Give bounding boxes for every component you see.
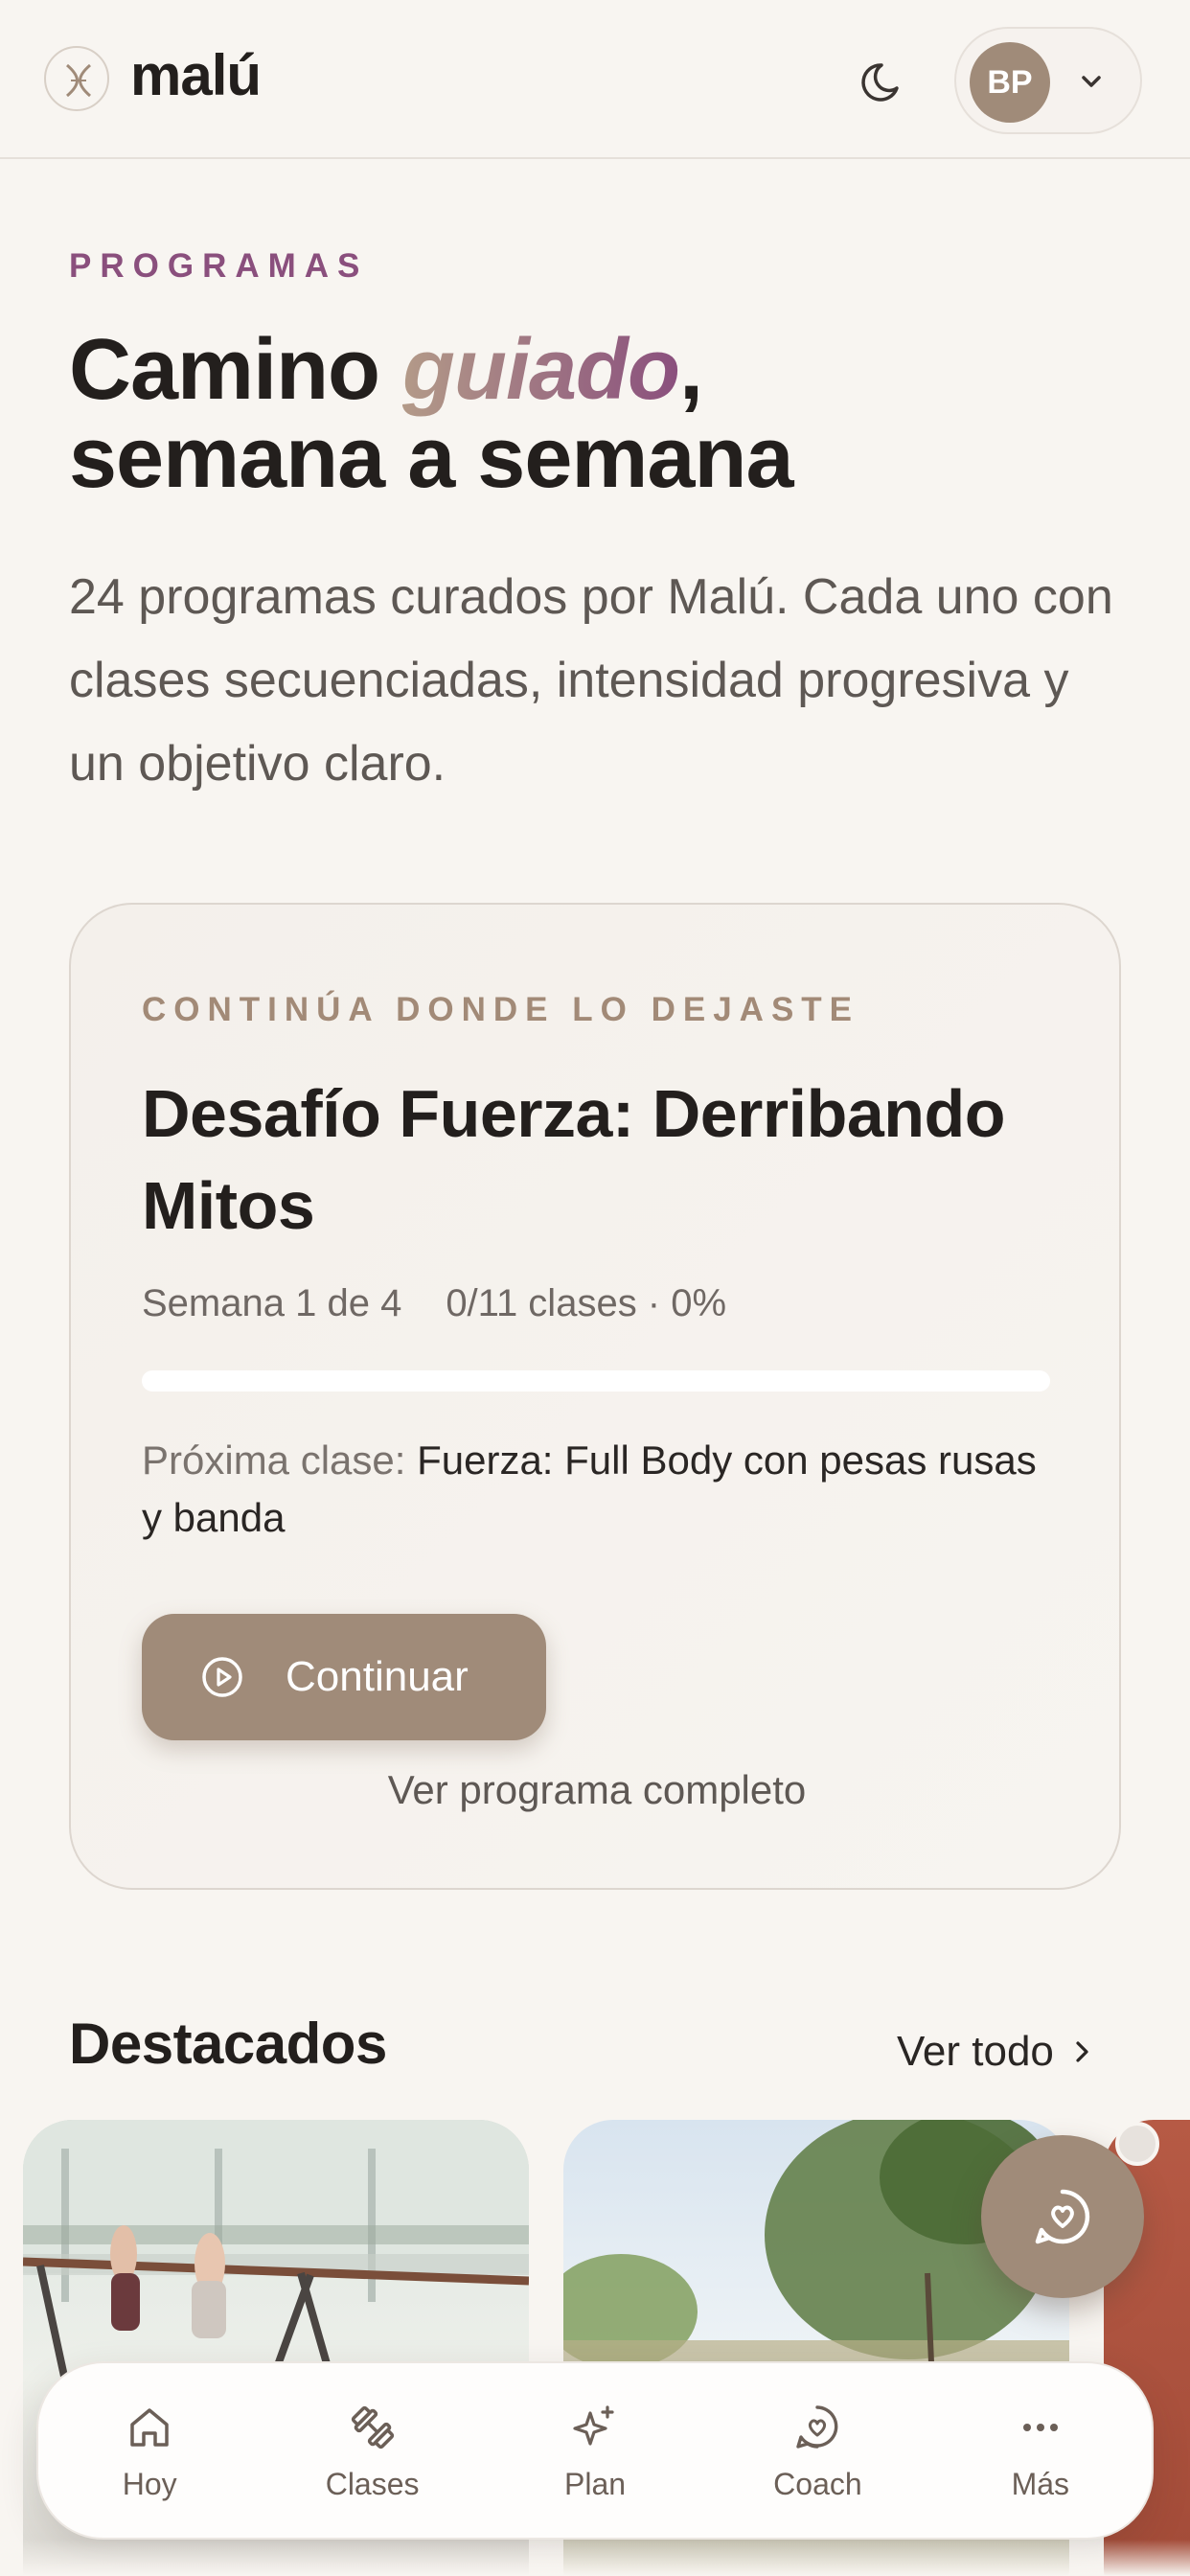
see-all-link[interactable]: Ver todo [897, 2028, 1096, 2076]
nav-item-clases[interactable]: Clases [261, 2363, 483, 2538]
nav-label: Más [1011, 2467, 1070, 2501]
page-title: Camino guiado, semana a semana [69, 326, 1123, 502]
page-subtitle: 24 programas curados por Malú. Cada uno … [69, 569, 1113, 792]
nav-item-hoy[interactable]: Hoy [38, 2363, 261, 2538]
brand-name[interactable]: malú [130, 42, 262, 108]
nav-label: Clases [325, 2467, 420, 2501]
dark-mode-toggle[interactable] [858, 56, 910, 107]
coach-chat-button[interactable] [981, 2135, 1144, 2298]
moon-icon [861, 63, 899, 102]
user-menu-button[interactable]: BP [954, 27, 1142, 134]
next-class-info: Próxima clase: Fuerza: Full Body con pes… [142, 1432, 1062, 1547]
title-text: Camino [69, 322, 403, 418]
see-program-link[interactable]: Ver programa completo [71, 1767, 1123, 1813]
program-week: Semana 1 de 4 [142, 1282, 402, 1324]
progress-bar [142, 1370, 1050, 1392]
app-header: malú BP [0, 0, 1190, 159]
chevron-down-icon [1075, 65, 1108, 98]
continue-program-card: CONTINÚA DONDE LO DEJASTE Desafío Fuerza… [69, 903, 1121, 1890]
continue-label: Continuar [286, 1653, 469, 1700]
play-circle-icon [202, 1657, 242, 1697]
program-classes: 0/11 clases · 0% [446, 1282, 727, 1324]
chevron-right-icon [1076, 2041, 1088, 2062]
featured-heading: Destacados [69, 2012, 387, 2076]
section-eyebrow: PROGRAMAS [69, 247, 369, 285]
nav-label: Plan [563, 2467, 627, 2501]
chat-heart-icon [1035, 2189, 1090, 2244]
nav-item-plan[interactable]: Plan [484, 2363, 706, 2538]
next-class-label: Próxima clase: [142, 1438, 418, 1483]
card-eyebrow: CONTINÚA DONDE LO DEJASTE [142, 991, 860, 1028]
program-title: Desafío Fuerza: Derribando Mitos [142, 1076, 1006, 1243]
nav-item-mas[interactable]: Más [929, 2363, 1152, 2538]
nav-item-coach[interactable]: Coach [706, 2363, 928, 2538]
sparkles-icon [573, 2405, 614, 2446]
title-line2: semana a semana [69, 410, 793, 506]
bottom-fade [0, 2540, 1190, 2576]
program-meta: Semana 1 de 4 0/11 clases · 0% [142, 1282, 726, 1325]
title-comma: , [679, 322, 703, 418]
nav-label: Hoy [122, 2467, 177, 2501]
continue-button[interactable]: Continuar [142, 1614, 546, 1740]
bottom-navigation: Hoy Clases Plan Coach Más [36, 2361, 1154, 2540]
more-icon [1022, 2424, 1058, 2431]
avatar: BP [970, 42, 1050, 123]
fab-dismiss-dot[interactable] [1115, 2122, 1159, 2166]
see-all-label: Ver todo [897, 2028, 1054, 2075]
dumbbell-icon [351, 2405, 394, 2450]
nav-label: Coach [773, 2467, 862, 2501]
title-accent: guiado [402, 322, 680, 418]
home-icon [130, 2408, 169, 2447]
logo-icon[interactable] [44, 46, 109, 111]
chat-heart-icon [796, 2405, 838, 2449]
